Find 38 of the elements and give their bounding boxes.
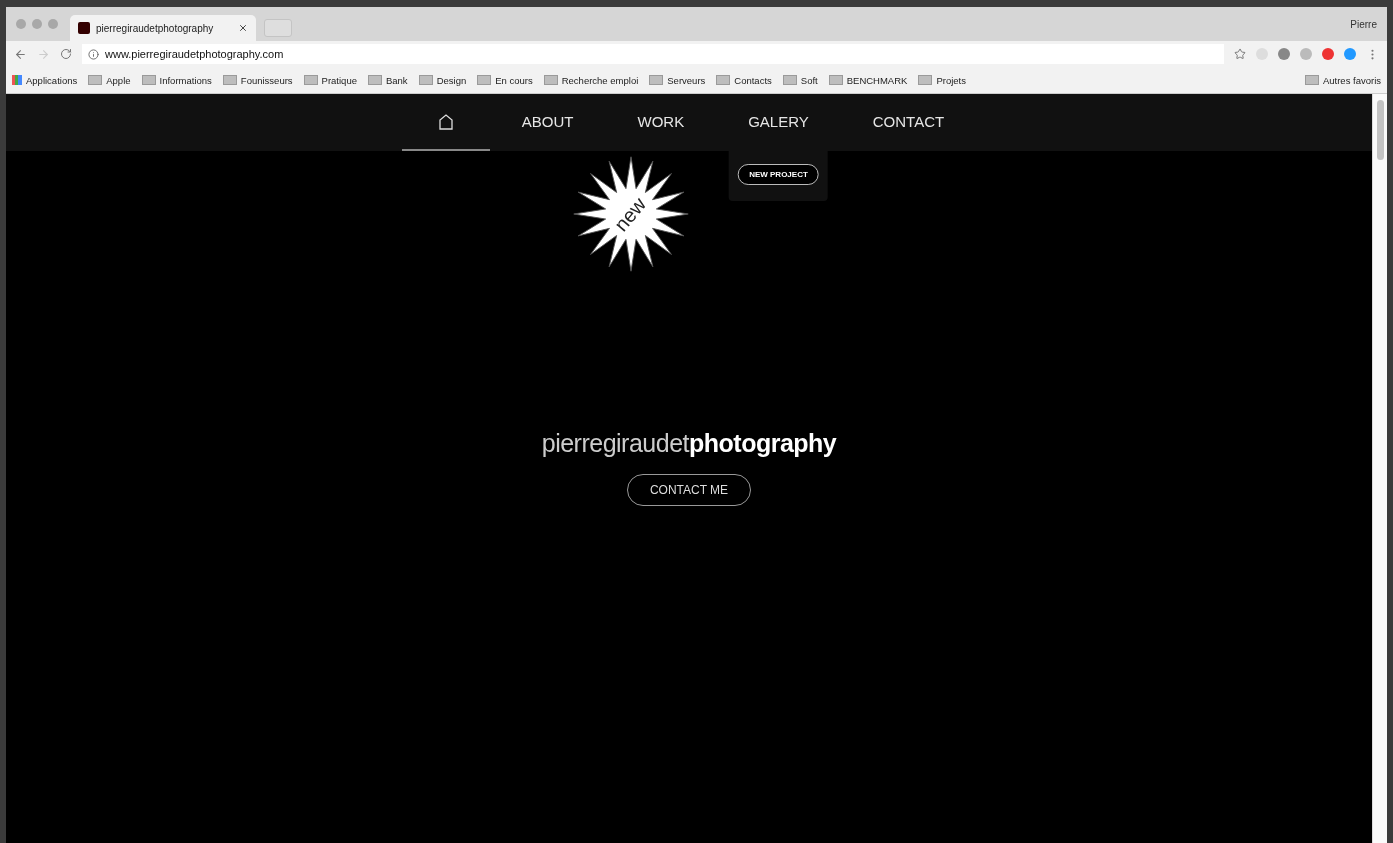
site-logo: pierregiraudetphotography — [541, 428, 837, 458]
nav-link[interactable]: ABOUT — [489, 94, 606, 151]
badge-text: new — [610, 192, 652, 236]
bookmark[interactable]: Serveurs — [649, 74, 706, 86]
extension-icon[interactable] — [1300, 48, 1312, 60]
bookmark[interactable]: Informations — [141, 74, 212, 86]
nav-link[interactable]: WORK — [605, 94, 717, 151]
bookmark[interactable]: Contacts — [716, 74, 772, 86]
new-tab-button[interactable] — [264, 19, 292, 37]
nav-link[interactable]: CONTACT — [840, 94, 977, 151]
extension-icon[interactable] — [1322, 48, 1334, 60]
forward-icon[interactable] — [37, 47, 50, 61]
home-icon — [438, 113, 453, 130]
new-project-button[interactable]: NEW PROJECT — [738, 164, 819, 185]
scrollbar-thumb[interactable] — [1376, 100, 1384, 160]
back-icon[interactable] — [14, 47, 27, 61]
bookmark[interactable]: Applications — [12, 74, 78, 86]
bookmark[interactable]: Pratique — [303, 74, 357, 86]
bookmark[interactable]: Soft — [782, 74, 818, 86]
bookmark[interactable]: Design — [418, 74, 467, 86]
bookmark[interactable]: Projets — [918, 74, 966, 86]
profile-name[interactable]: Pierre — [1350, 18, 1377, 30]
bookmark[interactable]: Autres favoris — [1304, 74, 1381, 86]
browser-tab[interactable]: pierregiraudetphotography — [70, 15, 256, 41]
bookmark[interactable]: BENCHMARK — [828, 74, 908, 86]
bookmark[interactable]: Recherche emploi — [543, 74, 639, 86]
bookmark[interactable]: Founisseurs — [222, 74, 293, 86]
reload-icon[interactable] — [60, 48, 72, 60]
info-icon — [88, 48, 99, 60]
address-field[interactable]: www.pierregiraudetphotography.com — [82, 44, 1224, 64]
bookmark[interactable]: Apple — [88, 74, 131, 86]
bookmark[interactable]: Bank — [367, 74, 408, 86]
nav-link[interactable]: GALERY — [716, 94, 841, 151]
contact-button[interactable]: CONTACT ME — [626, 473, 752, 506]
close-icon[interactable] — [238, 23, 248, 33]
favicon-icon — [78, 22, 90, 34]
bookmark[interactable]: En cours — [477, 74, 533, 86]
star-icon[interactable] — [1234, 48, 1246, 60]
